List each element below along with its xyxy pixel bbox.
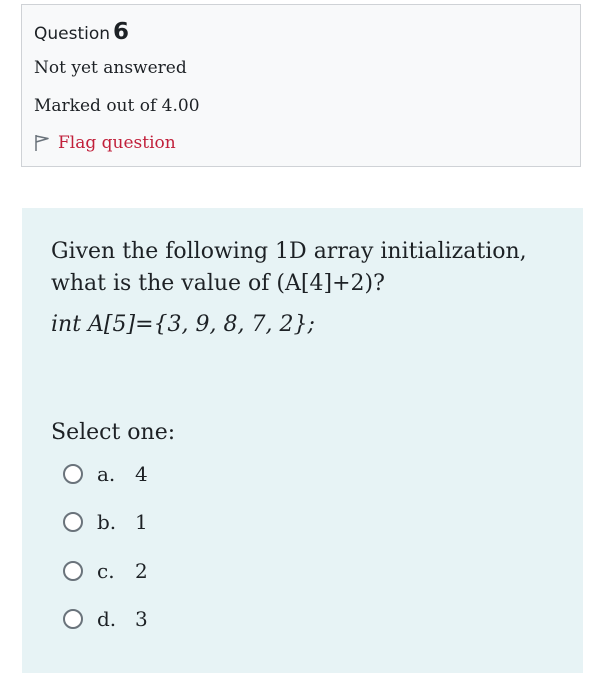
question-number-heading: Question 6: [34, 19, 129, 45]
answer-option-a[interactable]: a. 4: [63, 462, 148, 486]
question-state: Not yet answered: [34, 58, 187, 78]
flag-icon: [35, 135, 49, 151]
flag-question-label: Flag question: [58, 133, 176, 153]
option-letter: c.: [97, 559, 115, 583]
question-info-panel: Question 6 Not yet answered Marked out of…: [21, 4, 581, 167]
radio-button-b[interactable]: [63, 512, 83, 532]
question-label: Question: [34, 24, 111, 44]
question-content-panel: Given the following 1D array initializat…: [22, 208, 583, 673]
radio-button-c[interactable]: [63, 561, 83, 581]
option-text: 1: [135, 510, 148, 534]
option-text: 4: [135, 462, 148, 486]
question-text: Given the following 1D array initializat…: [51, 239, 527, 296]
option-letter: b.: [97, 510, 117, 534]
radio-button-d[interactable]: [63, 609, 83, 629]
radio-button-a[interactable]: [63, 464, 83, 484]
question-code: int A[5]={3, 9, 8, 7, 2};: [51, 312, 315, 337]
flag-question-link[interactable]: Flag question: [34, 133, 176, 153]
answer-option-b[interactable]: b. 1: [63, 510, 148, 534]
option-letter: a.: [97, 462, 116, 486]
answer-option-c[interactable]: c. 2: [63, 559, 148, 583]
answer-option-d[interactable]: d. 3: [63, 607, 148, 631]
option-text: 2: [135, 559, 148, 583]
option-letter: d.: [97, 607, 117, 631]
question-number: 6: [113, 19, 130, 45]
question-grade: Marked out of 4.00: [34, 96, 200, 116]
option-text: 3: [135, 607, 148, 631]
select-one-prompt: Select one:: [51, 420, 176, 445]
